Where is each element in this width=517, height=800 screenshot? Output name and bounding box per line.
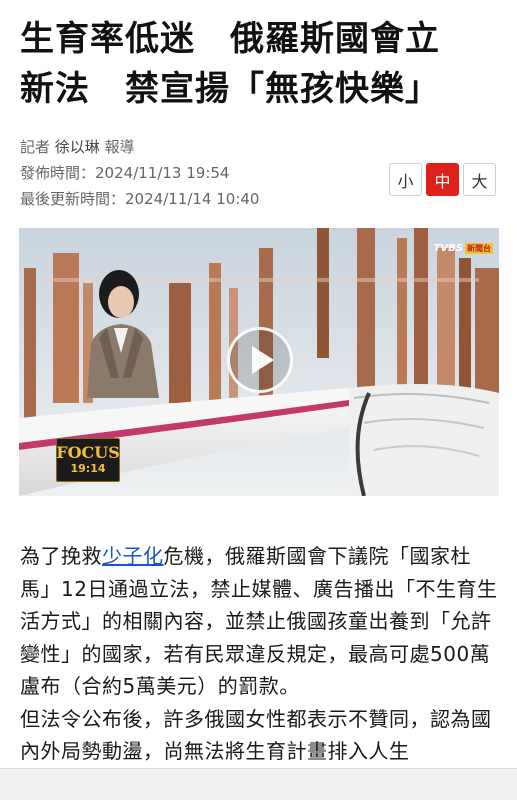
article-meta: 記者 徐以琳 報導 發佈時間：2024/11/13 19:54 最後更新時間：2… <box>20 134 350 212</box>
channel-logo: TVBS 新聞台 <box>434 241 493 255</box>
reporter-byline: 記者 徐以琳 報導 <box>20 134 350 160</box>
keyword-link[interactable]: 少子化 <box>102 544 164 568</box>
article-paragraph-1: 為了挽救少子化危機，俄羅斯國會下議院「國家杜馬」12日通過立法，禁止媒體、廣告播… <box>20 540 500 703</box>
updated-value: 2024/11/14 10:40 <box>125 190 260 208</box>
bottom-bar <box>0 768 517 800</box>
video-player[interactable]: TVBS 新聞台 FOCUS 19:14 <box>19 228 499 496</box>
channel-tag: 新聞台 <box>465 242 493 254</box>
reporter-prefix: 記者 <box>20 138 51 156</box>
program-time: 19:14 <box>70 462 106 475</box>
article-paragraph-2: 但法令公布後，許多俄國女性都表示不贊同，認為國內外局勢動盪，尚無法將生育計畫排入… <box>20 706 492 764</box>
reporter-name[interactable]: 徐以琳 <box>55 138 100 156</box>
p1-before: 為了挽救 <box>20 544 102 568</box>
published-time: 發佈時間：2024/11/13 19:54 <box>20 160 350 186</box>
updated-time: 最後更新時間：2024/11/14 10:40 <box>20 186 350 212</box>
channel-logo-text: TVBS <box>433 242 463 254</box>
article-body: 為了挽救少子化危機，俄羅斯國會下議院「國家杜馬」12日通過立法，禁止媒體、廣告播… <box>20 540 500 768</box>
published-value: 2024/11/13 19:54 <box>95 164 230 182</box>
reporter-suffix: 報導 <box>104 138 135 156</box>
font-size-controls: 小 中 大 <box>389 163 496 196</box>
program-logo-word: FOCUS <box>56 443 120 462</box>
headline-line-2: 新法 禁宣揚「無孩快樂」 <box>20 69 440 109</box>
published-label: 發佈時間： <box>20 164 96 182</box>
article-headline: 生育率低迷 俄羅斯國會立 新法 禁宣揚「無孩快樂」 <box>20 14 500 114</box>
play-icon <box>252 346 274 374</box>
updated-label: 最後更新時間： <box>20 190 126 208</box>
font-size-large-button[interactable]: 大 <box>463 163 496 196</box>
font-size-small-button[interactable]: 小 <box>389 163 422 196</box>
headline-line-1: 生育率低迷 俄羅斯國會立 <box>20 19 440 59</box>
font-size-medium-button[interactable]: 中 <box>426 163 459 196</box>
play-button[interactable] <box>227 327 293 393</box>
program-logo: FOCUS 19:14 <box>56 438 120 482</box>
